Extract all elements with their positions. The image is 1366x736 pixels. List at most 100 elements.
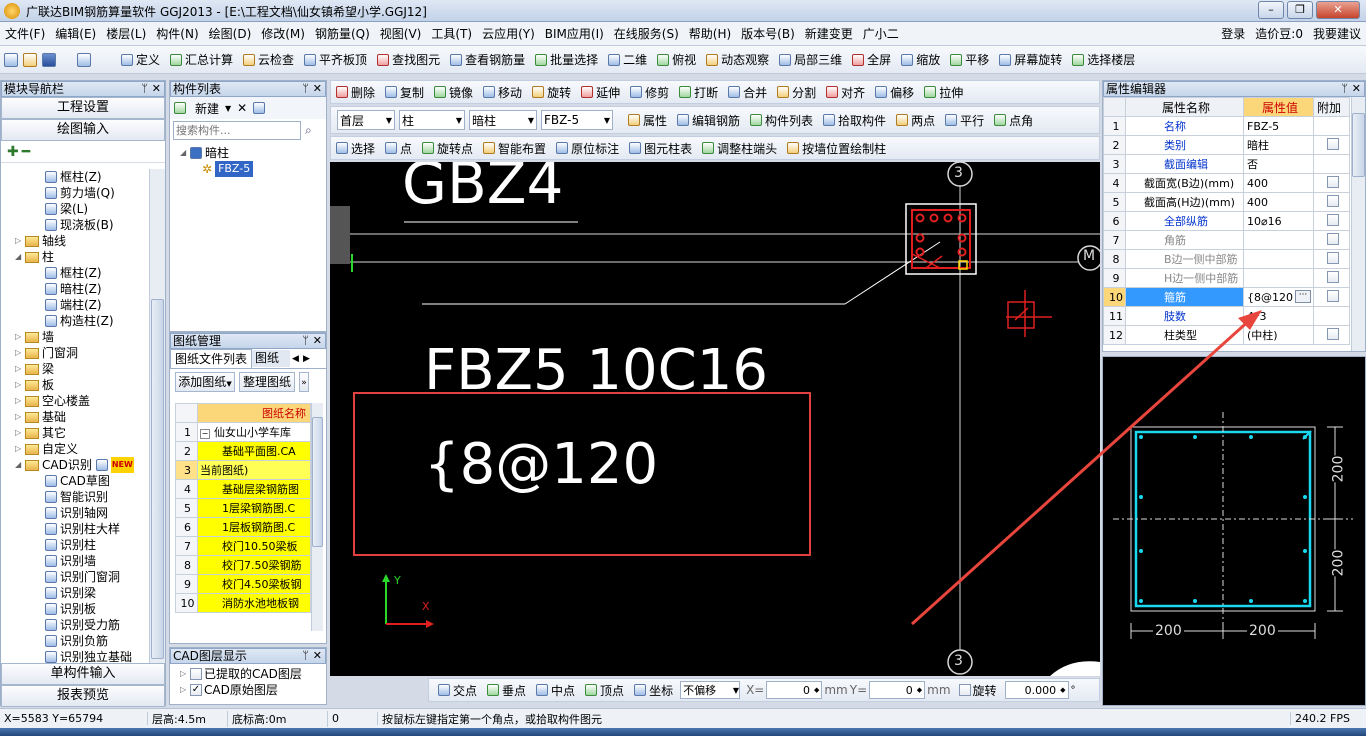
extracted-layer-checkbox[interactable] <box>190 668 202 680</box>
draw-button-3[interactable]: 智能布置 <box>478 136 551 160</box>
nav-tree-item[interactable]: 识别门窗洞 <box>1 569 149 585</box>
property-row[interactable]: 1 名称 FBZ-5 <box>1103 116 1350 136</box>
rotate-checkbox[interactable] <box>958 684 971 696</box>
menu-item-14[interactable]: 新建变更 <box>800 22 858 46</box>
selector-button-2[interactable]: 构件列表 <box>745 108 818 132</box>
property-value[interactable]: 否 <box>1243 154 1314 174</box>
component-search-input[interactable] <box>173 120 301 140</box>
selector-button-6[interactable]: 点角 <box>989 108 1038 132</box>
drawing-table-row[interactable]: 2 基础平面图.CA <box>175 441 311 461</box>
menu-item-0[interactable]: 文件(F) <box>0 22 50 46</box>
pin-icon[interactable]: ᛘ <box>302 334 309 348</box>
edit-button-6[interactable]: 修剪 <box>625 80 674 104</box>
nav-tree-item[interactable]: 框柱(Z) <box>1 169 149 185</box>
tab-scroll-right-icon[interactable]: ▶ <box>303 354 310 364</box>
draw-button-1[interactable]: 点 <box>380 136 417 160</box>
extra-checkbox[interactable] <box>1327 137 1339 150</box>
nav-tree-item[interactable]: 智能识别 <box>1 489 149 505</box>
y-input[interactable]: 0 ◆ <box>869 681 926 699</box>
edit-button-12[interactable]: 拉伸 <box>919 80 968 104</box>
nav-tree-item[interactable]: ▷ 门窗洞 <box>1 345 149 361</box>
property-row[interactable]: 12 柱类型 (中柱) <box>1103 325 1350 345</box>
cad-layer-extracted[interactable]: ▷ 已提取的CAD图层 <box>180 666 326 682</box>
expand-icon[interactable]: ▷ <box>15 425 25 441</box>
expand-all-icon[interactable]: ✚ <box>7 144 19 160</box>
nav-tree-item[interactable]: ▷ 基础 <box>1 409 149 425</box>
edit-button-10[interactable]: 对齐 <box>821 80 870 104</box>
drawing-table-row[interactable]: 7 校门10.50梁板 <box>175 536 311 556</box>
drawing-table-row[interactable]: 3 当前图纸) <box>175 460 311 480</box>
property-row[interactable]: 11 肢数 4*3 <box>1103 306 1350 326</box>
toolbar1-button-4[interactable]: 查找图元 <box>372 48 445 72</box>
selector-button-3[interactable]: 拾取构件 <box>818 108 891 132</box>
property-row[interactable]: 9 H边一侧中部筋 <box>1103 268 1350 288</box>
extra-checkbox[interactable] <box>1327 251 1339 264</box>
menu-item-15[interactable]: 广小二 <box>858 22 904 46</box>
extra-checkbox[interactable] <box>1327 289 1339 302</box>
single-component-input-button[interactable]: 单构件输入 <box>1 663 165 685</box>
toolbar1-button-11[interactable]: 全屏 <box>847 48 896 72</box>
close-icon[interactable]: ✕ <box>1352 82 1361 96</box>
project-settings-button[interactable]: 工程设置 <box>1 97 165 119</box>
menu-item-4[interactable]: 绘图(D) <box>204 22 257 46</box>
menubar-right-item-0[interactable]: 登录 <box>1216 22 1250 46</box>
close-icon[interactable]: ✕ <box>313 649 322 663</box>
property-value[interactable]: (中柱) <box>1243 325 1314 345</box>
search-icon[interactable]: ⌕ <box>305 123 312 138</box>
new-file-icon[interactable] <box>4 52 18 67</box>
delete-component-icon[interactable]: ✕ <box>237 101 247 115</box>
selector-button-4[interactable]: 两点 <box>891 108 940 132</box>
property-value[interactable]: 暗柱 <box>1243 135 1314 155</box>
menu-item-5[interactable]: 修改(M) <box>256 22 310 46</box>
menu-item-7[interactable]: 视图(V) <box>375 22 427 46</box>
nav-tree-item[interactable]: 识别轴网 <box>1 505 149 521</box>
minimize-button[interactable]: – <box>1258 1 1284 19</box>
close-icon[interactable]: ✕ <box>313 82 322 96</box>
menu-item-13[interactable]: 版本号(B) <box>736 22 800 46</box>
selector-button-0[interactable]: 属性 <box>623 108 672 132</box>
edit-button-1[interactable]: 复制 <box>380 80 429 104</box>
x-input[interactable]: 0 ◆ <box>766 681 823 699</box>
collapse-icon[interactable]: − <box>200 429 210 439</box>
draw-button-7[interactable]: 按墙位置绘制柱 <box>782 136 891 160</box>
more-options-button[interactable]: ··· <box>1295 290 1311 303</box>
nav-tree-item[interactable]: ▷ 自定义 <box>1 441 149 457</box>
drawing-table-row[interactable]: 6 1层板钢筋图.C <box>175 517 311 537</box>
property-value[interactable]: FBZ-5 <box>1243 116 1314 136</box>
nav-tree-item[interactable]: 梁(L) <box>1 201 149 217</box>
expand-icon[interactable]: ▷ <box>15 361 25 377</box>
pin-icon[interactable]: ᛘ <box>141 82 148 96</box>
toolbar1-button-9[interactable]: 动态观察 <box>701 48 774 72</box>
edit-button-0[interactable]: 删除 <box>331 80 380 104</box>
property-value[interactable] <box>1243 268 1314 288</box>
edit-button-5[interactable]: 延伸 <box>576 80 625 104</box>
nav-tree-item[interactable]: 识别负筋 <box>1 633 149 649</box>
tab-scroll-left-icon[interactable]: ◀ <box>292 354 299 364</box>
draw-button-4[interactable]: 原位标注 <box>551 136 624 160</box>
report-preview-button[interactable]: 报表预览 <box>1 685 165 707</box>
property-row[interactable]: 2 类别 暗柱 <box>1103 135 1350 155</box>
toolbar1-button-14[interactable]: 屏幕旋转 <box>994 48 1067 72</box>
toolbar1-button-7[interactable]: 二维 <box>603 48 652 72</box>
tab-drawing-file-list[interactable]: 图纸文件列表 <box>170 349 253 368</box>
nav-tree-item[interactable]: CAD草图 <box>1 473 149 489</box>
drawing-table-row[interactable]: 4 基础层梁钢筋图 <box>175 479 311 499</box>
type-select[interactable]: 暗柱 ▼ <box>469 110 537 130</box>
property-value[interactable]: 10⌀16 <box>1243 211 1314 231</box>
property-row[interactable]: 5 截面高(H边)(mm) 400 <box>1103 192 1350 212</box>
cad-layer-original[interactable]: ▷ ✓ CAD原始图层 <box>180 682 326 698</box>
edit-button-4[interactable]: 旋转 <box>527 80 576 104</box>
draw-button-5[interactable]: 图元柱表 <box>624 136 697 160</box>
nav-tree-item[interactable]: 识别板 <box>1 601 149 617</box>
category-select[interactable]: 柱 ▼ <box>399 110 465 130</box>
edit-button-8[interactable]: 合并 <box>723 80 772 104</box>
nav-tree-item[interactable]: 现浇板(B) <box>1 217 149 233</box>
toolbar1-button-1[interactable]: 汇总计算 <box>165 48 238 72</box>
module-tree-scrollbar[interactable] <box>149 169 165 667</box>
nav-tree-item[interactable]: 识别柱 <box>1 537 149 553</box>
expand-icon[interactable]: ▷ <box>15 409 25 425</box>
maximize-button[interactable]: ❐ <box>1287 1 1313 19</box>
pin-icon[interactable]: ᛘ <box>302 82 309 96</box>
nav-tree-item[interactable]: ▷ 梁 <box>1 361 149 377</box>
nav-tree-item[interactable]: 识别梁 <box>1 585 149 601</box>
